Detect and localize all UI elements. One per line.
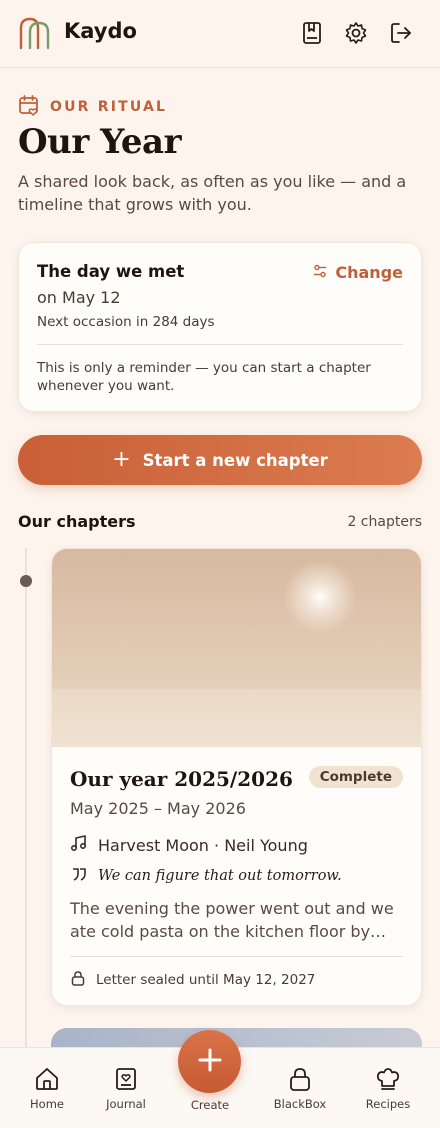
chapter-date-range: May 2025 – May 2026 bbox=[70, 799, 246, 818]
journal-icon bbox=[91, 1066, 161, 1092]
create-button[interactable] bbox=[178, 1030, 241, 1093]
plus-icon: + bbox=[112, 446, 131, 472]
chapter-card[interactable]: Our year 2025/2026 Complete May 2025 – M… bbox=[51, 548, 422, 1006]
chapters-heading: Our chapters bbox=[18, 512, 136, 531]
change-button[interactable]: Change bbox=[313, 261, 403, 283]
status-badge: Complete bbox=[308, 766, 403, 788]
chef-hat-icon bbox=[353, 1066, 423, 1092]
chapter-quote-text: We can figure that out tomorrow. bbox=[98, 868, 342, 884]
lock-icon bbox=[70, 970, 86, 990]
chapters-count: 2 chapters bbox=[347, 514, 422, 530]
nav-item-home[interactable]: Home bbox=[12, 1066, 82, 1111]
nav-label: Journal bbox=[106, 1097, 146, 1111]
timeline-dot bbox=[20, 575, 32, 587]
chapter-title: Our year 2025/2026 bbox=[70, 767, 293, 791]
timeline-line bbox=[25, 548, 27, 1058]
ritual-eyebrow: OUR RITUAL bbox=[18, 95, 167, 119]
divider bbox=[70, 956, 403, 957]
chapter-description: The evening the power went out and we at… bbox=[70, 899, 394, 941]
app-header: Kaydo bbox=[0, 0, 440, 68]
chapter-quote: We can figure that out tomorrow. bbox=[70, 865, 342, 887]
nav-item-blackbox[interactable]: BlackBox bbox=[265, 1066, 335, 1111]
start-chapter-button[interactable]: + Start a new chapter bbox=[18, 435, 422, 485]
chapter-song: Harvest Moon · Neil Young bbox=[70, 834, 308, 856]
nav-label: Home bbox=[30, 1097, 64, 1111]
gear-icon[interactable] bbox=[343, 20, 369, 46]
occasion-card: The day we met Change on May 12 Next occ… bbox=[18, 242, 422, 412]
nav-label: Create bbox=[190, 1098, 230, 1112]
start-chapter-label: Start a new chapter bbox=[142, 450, 328, 470]
nav-label: BlackBox bbox=[273, 1097, 327, 1111]
logout-icon[interactable] bbox=[388, 20, 414, 46]
page-title: Our Year bbox=[18, 122, 181, 162]
chapter-letter-label: Letter sealed until May 12, 2027 bbox=[96, 972, 316, 988]
quote-icon bbox=[70, 865, 88, 887]
lock-icon bbox=[265, 1066, 335, 1092]
nav-item-recipes[interactable]: Recipes bbox=[353, 1066, 423, 1111]
chapter-letter: Letter sealed until May 12, 2027 bbox=[70, 969, 315, 991]
chapter-cover-image bbox=[52, 549, 421, 747]
bookmark-book-icon[interactable] bbox=[299, 20, 325, 46]
page-subtitle: A shared look back, as often as you like… bbox=[18, 172, 407, 214]
app-name: Kaydo bbox=[64, 19, 137, 43]
music-note-icon bbox=[70, 834, 88, 856]
occasion-date: on May 12 bbox=[37, 288, 121, 307]
change-label: Change bbox=[335, 262, 403, 282]
occasion-next: Next occasion in 284 days bbox=[37, 314, 215, 330]
sliders-icon bbox=[313, 263, 335, 282]
occasion-title: The day we met bbox=[37, 262, 185, 281]
app-logo bbox=[16, 14, 54, 52]
occasion-note: This is only a reminder — you can start … bbox=[37, 360, 371, 394]
home-icon bbox=[12, 1066, 82, 1092]
divider bbox=[37, 344, 403, 345]
chapter-song-label: Harvest Moon · Neil Young bbox=[98, 835, 308, 855]
plus-icon bbox=[197, 1047, 223, 1077]
ritual-label: OUR RITUAL bbox=[50, 99, 168, 115]
nav-item-journal[interactable]: Journal bbox=[91, 1066, 161, 1111]
calendar-heart-icon bbox=[18, 94, 40, 120]
nav-label: Recipes bbox=[365, 1097, 411, 1111]
